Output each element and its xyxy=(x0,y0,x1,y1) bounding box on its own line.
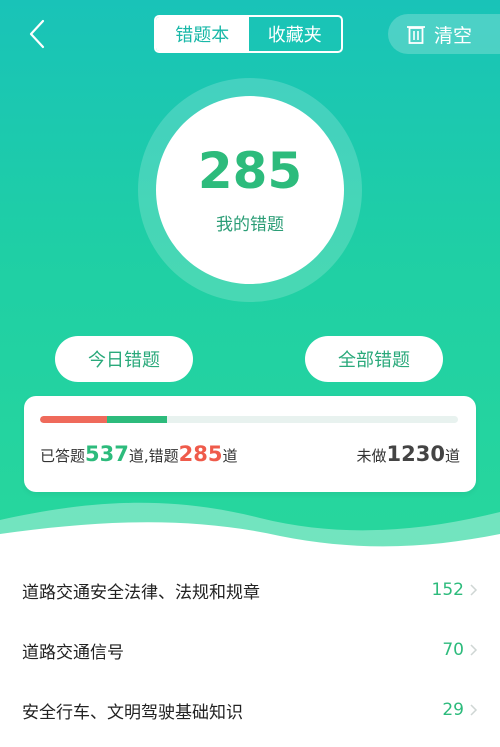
clear-button[interactable]: 清空 xyxy=(388,14,500,54)
category-count: 70 xyxy=(442,640,464,660)
category-list: 道路交通安全法律、法规和规章 152 道路交通信号 70 安全行车、文明驾驶基础… xyxy=(0,560,500,740)
stats-card: 已答题 537 道,错题 285 道 未做 1230 道 xyxy=(24,396,476,492)
category-title: 道路交通信号 xyxy=(22,642,124,663)
wrong-count-label: 我的错题 xyxy=(216,214,284,235)
today-wrong-button[interactable]: 今日错题 xyxy=(55,336,193,382)
answered-prefix: 已答题 xyxy=(40,447,86,465)
category-count: 152 xyxy=(431,580,464,600)
chevron-right-icon xyxy=(470,644,478,656)
wrong-count: 285 xyxy=(197,141,303,200)
chevron-right-icon xyxy=(470,584,478,596)
category-meta: 70 xyxy=(442,640,478,660)
back-button[interactable] xyxy=(22,14,52,54)
clear-label: 清空 xyxy=(434,24,473,47)
undone-prefix: 未做 xyxy=(356,447,387,465)
category-title: 安全行车、文明驾驶基础知识 xyxy=(22,702,243,723)
progress-wrong-segment xyxy=(40,416,107,423)
count-circle: 285 我的错题 xyxy=(156,96,344,284)
chevron-right-icon xyxy=(470,704,478,716)
tab-group: 错题本 收藏夹 xyxy=(154,15,343,53)
trash-icon xyxy=(407,26,425,44)
category-count: 29 xyxy=(442,700,464,720)
tab-favorites[interactable]: 收藏夹 xyxy=(249,17,342,51)
answered-count: 537 xyxy=(85,442,129,466)
answered-unit: 道,错题 xyxy=(128,447,179,465)
progress-bar xyxy=(40,416,458,423)
undone-unit: 道 xyxy=(444,447,460,465)
category-title: 道路交通安全法律、法规和规章 xyxy=(22,582,260,603)
list-item[interactable]: 道路交通安全法律、法规和规章 152 xyxy=(0,560,500,620)
wrong-stat-count: 285 xyxy=(178,442,223,466)
category-meta: 29 xyxy=(442,700,478,720)
list-item[interactable]: 安全行车、文明驾驶基础知识 29 xyxy=(0,680,500,740)
chevron-left-icon xyxy=(29,19,45,49)
category-meta: 152 xyxy=(432,580,478,600)
list-item[interactable]: 道路交通信号 70 xyxy=(0,620,500,680)
answered-stats: 已答题 537 道,错题 285 道 xyxy=(40,442,238,466)
all-wrong-button[interactable]: 全部错题 xyxy=(305,336,443,382)
undone-count: 1230 xyxy=(386,442,445,466)
tab-wrong-questions[interactable]: 错题本 xyxy=(156,17,249,51)
wave-decoration xyxy=(0,502,500,560)
wrong-unit: 道 xyxy=(222,447,238,465)
progress-correct-segment xyxy=(106,416,168,423)
undone-stats: 未做 1230 道 xyxy=(357,442,460,466)
